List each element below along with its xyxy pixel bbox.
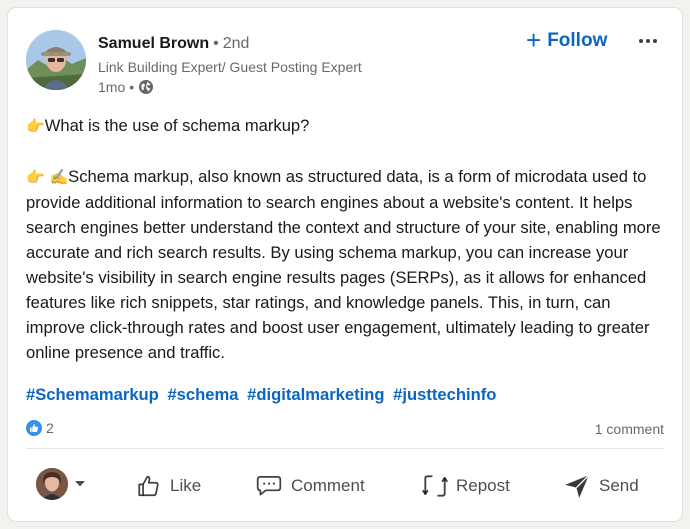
- reaction-count: 2: [46, 420, 54, 436]
- send-label: Send: [599, 476, 639, 495]
- send-button[interactable]: Send: [563, 466, 639, 506]
- author-name-line[interactable]: Samuel Brown • 2nd: [98, 35, 249, 53]
- more-options-icon: [639, 39, 643, 43]
- hashtag-link[interactable]: #schema: [167, 385, 238, 404]
- like-button[interactable]: Like: [136, 466, 201, 506]
- current-user-avatar: [36, 468, 68, 500]
- connection-degree: 2nd: [222, 35, 250, 52]
- pointing-writing-hand-emoji: 👉 ✍️: [26, 168, 69, 186]
- hashtag-link[interactable]: #digitalmarketing: [247, 385, 384, 404]
- like-reaction-icon: [26, 420, 42, 436]
- globe-icon: [138, 79, 154, 95]
- meta-separator: •: [129, 79, 135, 95]
- post-answer-text: Schema markup, also known as structured …: [26, 167, 661, 362]
- divider: [26, 448, 664, 449]
- degree-separator: •: [213, 35, 219, 52]
- hashtag-link[interactable]: #justtechinfo: [393, 385, 496, 404]
- caret-down-icon: [74, 480, 86, 488]
- plus-icon: +: [526, 24, 542, 55]
- repost-icon: [422, 472, 448, 500]
- post-question-text: What is the use of schema markup?: [44, 116, 310, 135]
- reaction-actor-selector[interactable]: [36, 468, 86, 500]
- follow-button[interactable]: + Follow: [526, 26, 607, 56]
- feed-post-card: Samuel Brown • 2nd Link Building Expert/ G…: [8, 8, 682, 521]
- like-label: Like: [170, 476, 202, 495]
- post-time: 1mo: [98, 79, 126, 95]
- action-bar: Like Comment Repost Send: [8, 458, 682, 514]
- post-question: 👉What is the use of schema markup?: [26, 113, 666, 139]
- post-meta: 1mo •: [98, 79, 154, 95]
- comment-label: Comment: [291, 476, 365, 495]
- hashtag-list: #Schemamarkup #schema #digitalmarketing …: [26, 385, 500, 405]
- repost-button[interactable]: Repost: [422, 466, 510, 506]
- repost-label: Repost: [456, 476, 510, 495]
- author-name[interactable]: Samuel Brown: [98, 35, 209, 52]
- comment-count[interactable]: 1 comment: [595, 421, 664, 437]
- more-options-button[interactable]: [635, 30, 661, 52]
- post-answer: 👉 ✍️Schema markup, also known as structu…: [26, 164, 666, 365]
- hashtag-link[interactable]: #Schemamarkup: [26, 385, 159, 404]
- post-body: 👉What is the use of schema markup? 👉 ✍️S…: [26, 113, 666, 365]
- author-headline: Link Building Expert/ Guest Posting Expe…: [98, 59, 362, 75]
- thumbs-up-icon: [136, 473, 162, 499]
- comment-button[interactable]: Comment: [255, 466, 365, 506]
- follow-label: Follow: [547, 30, 608, 51]
- pointing-hand-emoji: 👉: [26, 117, 45, 135]
- author-avatar[interactable]: [26, 30, 86, 90]
- comment-icon: [255, 473, 283, 499]
- reactions-summary[interactable]: 2: [26, 420, 54, 436]
- send-icon: [563, 473, 591, 499]
